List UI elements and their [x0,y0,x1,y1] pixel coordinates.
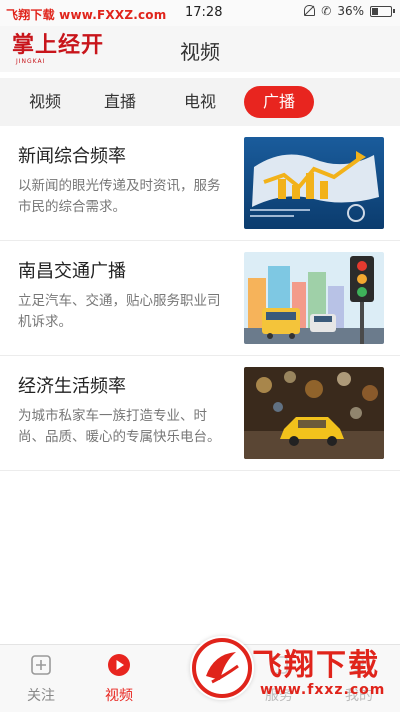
play-circle-icon [107,653,131,677]
nav-label-follow: 关注 [27,688,55,704]
battery-icon [370,5,395,17]
category-tab-bar: 视频 直播 电视 广播 [0,78,400,126]
tab-tv[interactable]: 电视 [170,86,230,118]
bell-muted-icon [303,4,316,18]
watermark-logo-icon [190,636,254,700]
list-item[interactable]: 新闻综合频率 以新闻的眼光传递及时资讯，服务市民的综合需求。 [0,126,400,241]
program-description: 以新闻的眼光传递及时资讯，服务市民的综合需求。 [18,178,221,215]
traffic-light-city-image [244,252,384,344]
night-taxi-bokeh-image [244,367,384,459]
page-title: 视频 [180,40,220,64]
nav-video[interactable]: 视频 [84,653,154,705]
nav-follow[interactable]: 关注 [6,653,76,705]
program-title: 新闻综合频率 [18,146,126,167]
status-time: 17:28 [185,5,223,20]
watermark-text: 飞翔下载 [252,648,380,683]
program-list: 新闻综合频率 以新闻的眼光传递及时资讯，服务市民的综合需求。 南昌交通广播 立足… [0,126,400,471]
status-icons: ✆ 36% [303,4,395,18]
program-description: 为城市私家车一族打造专业、时尚、品质、暖心的专属快乐电台。 [18,408,221,445]
business-growth-chart-image [244,137,384,229]
phone-wifi-icon: ✆ [321,4,332,18]
status-watermark: 飞翔下载 www.FXXZ.com [6,8,167,22]
status-bar: 飞翔下载 www.FXXZ.com 17:28 ✆ 36% [0,0,400,26]
program-title: 经济生活频率 [18,376,126,397]
plus-square-icon [29,653,53,677]
tab-video[interactable]: 视频 [16,86,74,118]
program-description: 立足汽车、交通，贴心服务职业司机诉求。 [18,293,221,330]
app-header: 掌上经开 JINGKAI 视频 [0,26,400,72]
site-watermark: 飞翔下载 www.fxxz.com [190,634,400,706]
battery-percent: 36% [337,4,364,18]
list-item[interactable]: 经济生活频率 为城市私家车一族打造专业、时尚、品质、暖心的专属快乐电台。 [0,356,400,471]
program-title: 南昌交通广播 [18,261,126,282]
tab-radio[interactable]: 广播 [244,86,314,118]
list-item[interactable]: 南昌交通广播 立足汽车、交通，贴心服务职业司机诉求。 [0,241,400,356]
watermark-url: www.fxxz.com [260,682,386,698]
nav-label-video: 视频 [105,688,133,704]
battery-fill [372,7,378,15]
tab-live[interactable]: 直播 [90,86,150,118]
